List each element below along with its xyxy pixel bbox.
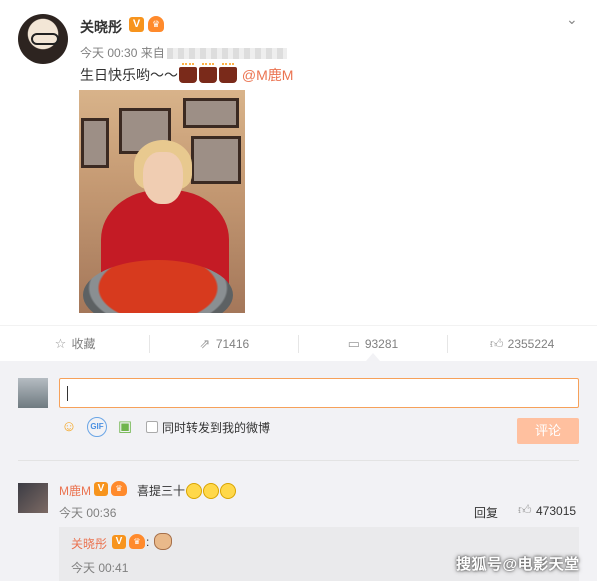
repost-checkbox-label[interactable]: 同时转发到我的微博 [162,419,270,436]
cake-icon [199,63,217,83]
verified-badge-icon[interactable]: V [94,482,108,496]
like-count: 2355224 [507,337,555,351]
repost-button[interactable]: ⇗ 71416 [149,326,298,362]
repost-icon: ⇗ [199,336,211,351]
comment-divider [18,460,579,461]
mention-link[interactable]: @M鹿M [242,67,294,83]
watermark: 搜狐号@电影天堂 [456,556,580,573]
post-text-body: 生日快乐哟～～ [80,67,178,83]
author-avatar[interactable] [18,14,68,64]
star-icon: ☆ [54,336,67,351]
action-bar: ☆ 收藏 ⇗ 71416 ▭ 93281 👍︎ 2355224 [0,325,597,361]
blurred-source [166,48,287,60]
post-photo[interactable] [79,90,245,313]
smile-emoji-icon [203,483,220,499]
favorite-label: 收藏 [71,337,96,351]
author-name[interactable]: 关晓彤 [80,17,122,37]
photo-frame [81,118,109,168]
like-button[interactable]: 👍︎ 2355224 [447,326,597,362]
repost-count: 71416 [215,337,250,351]
verified-badge-icon[interactable]: V [112,535,126,549]
smile-emoji-icon [220,483,237,499]
smile-emoji-icon [186,483,203,499]
comment-text: 喜提三十 [137,482,237,499]
reply-time[interactable]: 今天 00:41 [71,559,128,576]
reply-button[interactable]: 回复 [474,504,498,521]
photo-frame [191,136,241,184]
comment-like-count[interactable]: 473015 [536,504,576,518]
gif-icon[interactable]: GIF [87,417,107,437]
thumb-up-icon: 👍︎ [489,336,504,351]
comment-input[interactable] [59,378,579,408]
cat-emoji-icon [154,533,172,550]
post-time[interactable]: 今天 00:30 来自 [80,46,165,60]
comment-panel-caret [366,353,380,361]
verified-badge-icon[interactable]: V [129,17,144,32]
thumb-up-icon[interactable]: 👍︎ [518,502,532,518]
emoji-icon[interactable]: ☺ [59,417,79,437]
member-crown-icon[interactable]: ♛ [129,534,145,549]
favorite-button[interactable]: ☆ 收藏 [0,326,149,362]
comment-count: 93281 [364,337,399,351]
commenter-name[interactable]: M鹿M [59,482,91,499]
commenter-avatar[interactable] [18,483,48,513]
cake-icon [179,63,197,83]
comment-icon: ▭ [347,336,360,351]
image-icon[interactable]: ▣ [115,417,135,437]
reply-author-name[interactable]: 关晓彤 [71,535,107,552]
member-crown-icon[interactable]: ♛ [111,481,127,496]
photo-frame [183,98,239,128]
comment-text-body: 喜提三十 [137,484,186,498]
post-text: 生日快乐哟～～ @M鹿M [80,63,294,85]
submit-comment-button[interactable]: 评论 [517,418,579,444]
reply-colon: : [146,535,150,549]
my-avatar[interactable] [18,378,48,408]
member-crown-icon[interactable]: ♛ [148,16,164,32]
post-meta: 今天 00:30 来自 [80,44,287,61]
comment-time[interactable]: 今天 00:36 [59,504,116,521]
chevron-down-icon[interactable]: ⌄ [566,12,580,26]
repost-checkbox[interactable] [146,421,158,433]
weibo-post: 关晓彤 V ♛ ⌄ 今天 00:30 来自 生日快乐哟～～ @M鹿M [0,0,597,325]
comment-panel: ☺ GIF ▣ 同时转发到我的微博 评论 M鹿M V ♛ 喜提三十 今天 00:… [0,361,597,581]
cake-icon [219,63,237,83]
photo-face [143,152,183,204]
